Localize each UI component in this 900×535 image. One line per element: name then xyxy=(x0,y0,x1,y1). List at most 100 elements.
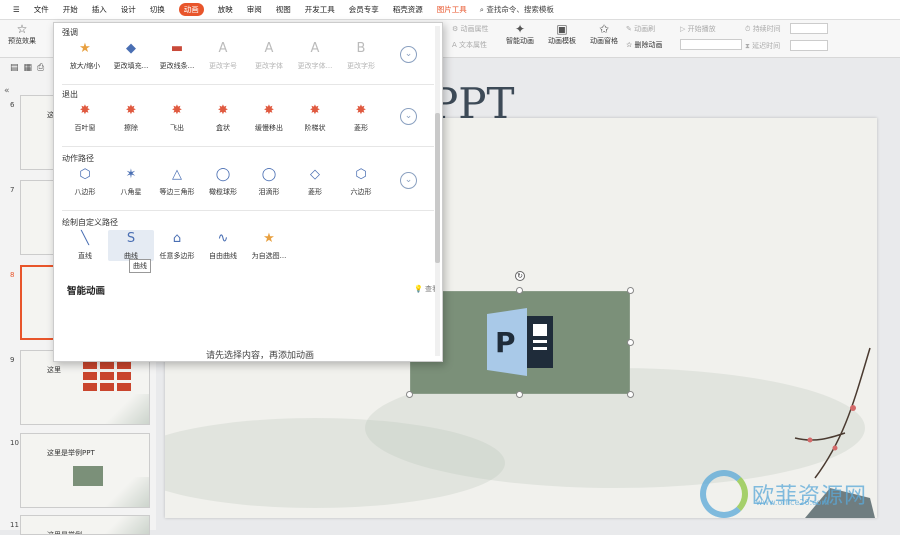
delay-input[interactable] xyxy=(790,40,828,51)
effect-icon: ✸ xyxy=(263,103,275,118)
effect-icon: ★ xyxy=(79,41,91,56)
effect-option[interactable]: ★ 放大/缩小 xyxy=(62,40,108,71)
effect-option[interactable]: △ 等边三角形 xyxy=(154,166,200,197)
effect-option[interactable]: ⌂ 任意多边形 xyxy=(154,230,200,261)
menu-tab-9[interactable]: 开发工具 xyxy=(305,4,335,15)
effect-option[interactable]: B 更改字形 xyxy=(338,40,384,71)
effect-option[interactable]: ★ 为自选图... xyxy=(246,230,292,261)
effect-option[interactable]: ✸ 缓慢移出 xyxy=(246,102,292,133)
effect-option[interactable]: ╲ 直线 xyxy=(62,230,108,261)
effect-option[interactable]: ∿ 自由曲线 xyxy=(200,230,246,261)
dropdown-scroll-thumb[interactable] xyxy=(435,113,440,263)
slide-thumbnail[interactable]: 这里是举例PPT xyxy=(20,433,150,508)
text-props-button[interactable]: A 文本属性 xyxy=(452,40,487,50)
effect-icon: ✸ xyxy=(355,103,367,118)
expand-chevron-icon[interactable]: ⌄ xyxy=(400,108,417,125)
effect-option[interactable]: ✸ 盒状 xyxy=(200,102,246,133)
resize-handle-b[interactable] xyxy=(516,391,523,398)
menu-tab-7[interactable]: 审阅 xyxy=(247,4,262,15)
anim-props-button[interactable]: ⚙ 动画属性 xyxy=(452,24,489,34)
effect-icon: S xyxy=(126,231,136,246)
slide-number: 8 xyxy=(10,271,15,279)
effect-option[interactable]: S 曲线 xyxy=(108,230,154,261)
thumb-title: 这里是举例 xyxy=(47,531,82,535)
print-icon[interactable]: ⎙ xyxy=(37,63,44,73)
duration-input[interactable] xyxy=(790,23,828,34)
effect-option[interactable]: ◆ 更改填充... xyxy=(108,40,154,71)
effect-option[interactable]: ✶ 八角星 xyxy=(108,166,154,197)
selected-picture[interactable]: P xyxy=(410,291,630,394)
menu-tab-5[interactable]: 动画 xyxy=(178,3,204,16)
menu-tab-8[interactable]: 视图 xyxy=(276,4,291,15)
delay-label: ⧗ 延迟时间 xyxy=(745,42,781,50)
effect-option[interactable]: A 更改字体... xyxy=(292,40,338,71)
animation-effects-dropdown: 强调 ★ 放大/缩小 ◆ 更改填充... ▬ 更改线条... A 更改字号 A 更改字体 A 更改字体.… xyxy=(53,22,443,362)
thumb-title: 这里 xyxy=(47,366,61,374)
resize-handle-tr[interactable] xyxy=(627,287,634,294)
template-icon: ▣ xyxy=(556,22,568,36)
start-play-select[interactable] xyxy=(680,39,742,50)
resize-handle-br[interactable] xyxy=(627,391,634,398)
effect-option[interactable]: ✸ 擦除 xyxy=(108,102,154,133)
effect-option[interactable]: A 更改字体 xyxy=(246,40,292,71)
effect-option[interactable]: ✸ 阶梯状 xyxy=(292,102,338,133)
menu-tab-4[interactable]: 切换 xyxy=(150,4,165,15)
resize-handle-bl[interactable] xyxy=(406,391,413,398)
anim-pane-button[interactable]: ✩ 动画窗格 xyxy=(590,23,618,46)
effect-option[interactable]: A 更改字号 xyxy=(200,40,246,71)
resize-handle-t[interactable] xyxy=(516,287,523,294)
watermark-logo-icon xyxy=(700,470,748,518)
menu-file[interactable]: 文件 xyxy=(34,4,49,15)
effect-label: 缓慢移出 xyxy=(255,124,283,132)
effect-icon: ✶ xyxy=(125,167,137,182)
section-divider xyxy=(62,146,434,147)
menu-tab-11[interactable]: 稻壳资源 xyxy=(393,4,423,15)
effect-option[interactable]: ▬ 更改线条... xyxy=(154,40,200,71)
sparkle-icon: ✦ xyxy=(514,22,526,36)
effect-icon: B xyxy=(356,41,366,56)
effect-option[interactable]: ◯ 泪滴形 xyxy=(246,166,292,197)
effect-option[interactable]: ✸ 菱形 xyxy=(338,102,384,133)
effect-label: 更改字号 xyxy=(209,62,237,70)
slide-number: 9 xyxy=(10,356,15,364)
effect-icon: ◯ xyxy=(215,167,231,182)
anim-template-button[interactable]: ▣ 动画模板 xyxy=(548,23,576,46)
effect-label: 放大/缩小 xyxy=(69,62,101,70)
star-icon: ☆ xyxy=(16,22,28,36)
anim-brush-button[interactable]: ✎ 动画刷 xyxy=(626,24,655,34)
effect-option[interactable]: ⬡ 八边形 xyxy=(62,166,108,197)
menu-tab-10[interactable]: 会员专享 xyxy=(349,4,379,15)
quick-access-bar: ▤ ▦ ⎙ xyxy=(10,63,44,73)
expand-chevron-icon[interactable]: ⌄ xyxy=(400,46,417,63)
menu-tab-12[interactable]: 图片工具 xyxy=(437,4,467,15)
effect-option[interactable]: ◯ 橄榄球形 xyxy=(200,166,246,197)
collapse-panel-icon[interactable]: « xyxy=(4,86,10,96)
section-divider xyxy=(62,84,434,85)
menu-tab-2[interactable]: 插入 xyxy=(92,4,107,15)
expand-chevron-icon[interactable]: ⌄ xyxy=(400,172,417,189)
delete-anim-button[interactable]: ☆ 删除动画 xyxy=(626,40,663,50)
duration-label: ⏱ 持续时间 xyxy=(745,25,781,33)
slide-thumbnail[interactable]: 这里是举例 xyxy=(20,515,150,535)
effect-option[interactable]: ✸ 飞出 xyxy=(154,102,200,133)
smart-anim-button[interactable]: ✦ 智能动画 xyxy=(506,23,534,46)
tooltip: 曲线 xyxy=(129,259,151,273)
export-icon[interactable]: ▦ xyxy=(24,63,33,73)
effect-label: 更改填充... xyxy=(113,62,149,70)
menu-tab-3[interactable]: 设计 xyxy=(121,4,136,15)
rotate-handle[interactable]: ↻ xyxy=(515,271,525,281)
effect-option[interactable]: ⬡ 六边形 xyxy=(338,166,384,197)
menu-tab-6[interactable]: 放映 xyxy=(218,4,233,15)
menu-tab-1[interactable]: 开始 xyxy=(63,4,78,15)
effect-option[interactable]: ◇ 菱形 xyxy=(292,166,338,197)
hamburger-icon[interactable]: ☰ xyxy=(13,5,20,14)
svg-text:P: P xyxy=(495,326,516,359)
start-play-control[interactable]: ▷ 开始播放 xyxy=(680,24,716,34)
preview-effect-button[interactable]: ☆ 预览效果 xyxy=(8,23,36,46)
resize-handle-r[interactable] xyxy=(627,339,634,346)
effect-option[interactable]: ✸ 百叶窗 xyxy=(62,102,108,133)
effect-icon: ⬡ xyxy=(79,167,91,182)
smart-animation-heading: 智能动画 xyxy=(67,286,106,297)
save-icon[interactable]: ▤ xyxy=(10,63,19,73)
search-command-box[interactable]: ⌕ 查找命令、搜索模板 xyxy=(480,4,554,15)
